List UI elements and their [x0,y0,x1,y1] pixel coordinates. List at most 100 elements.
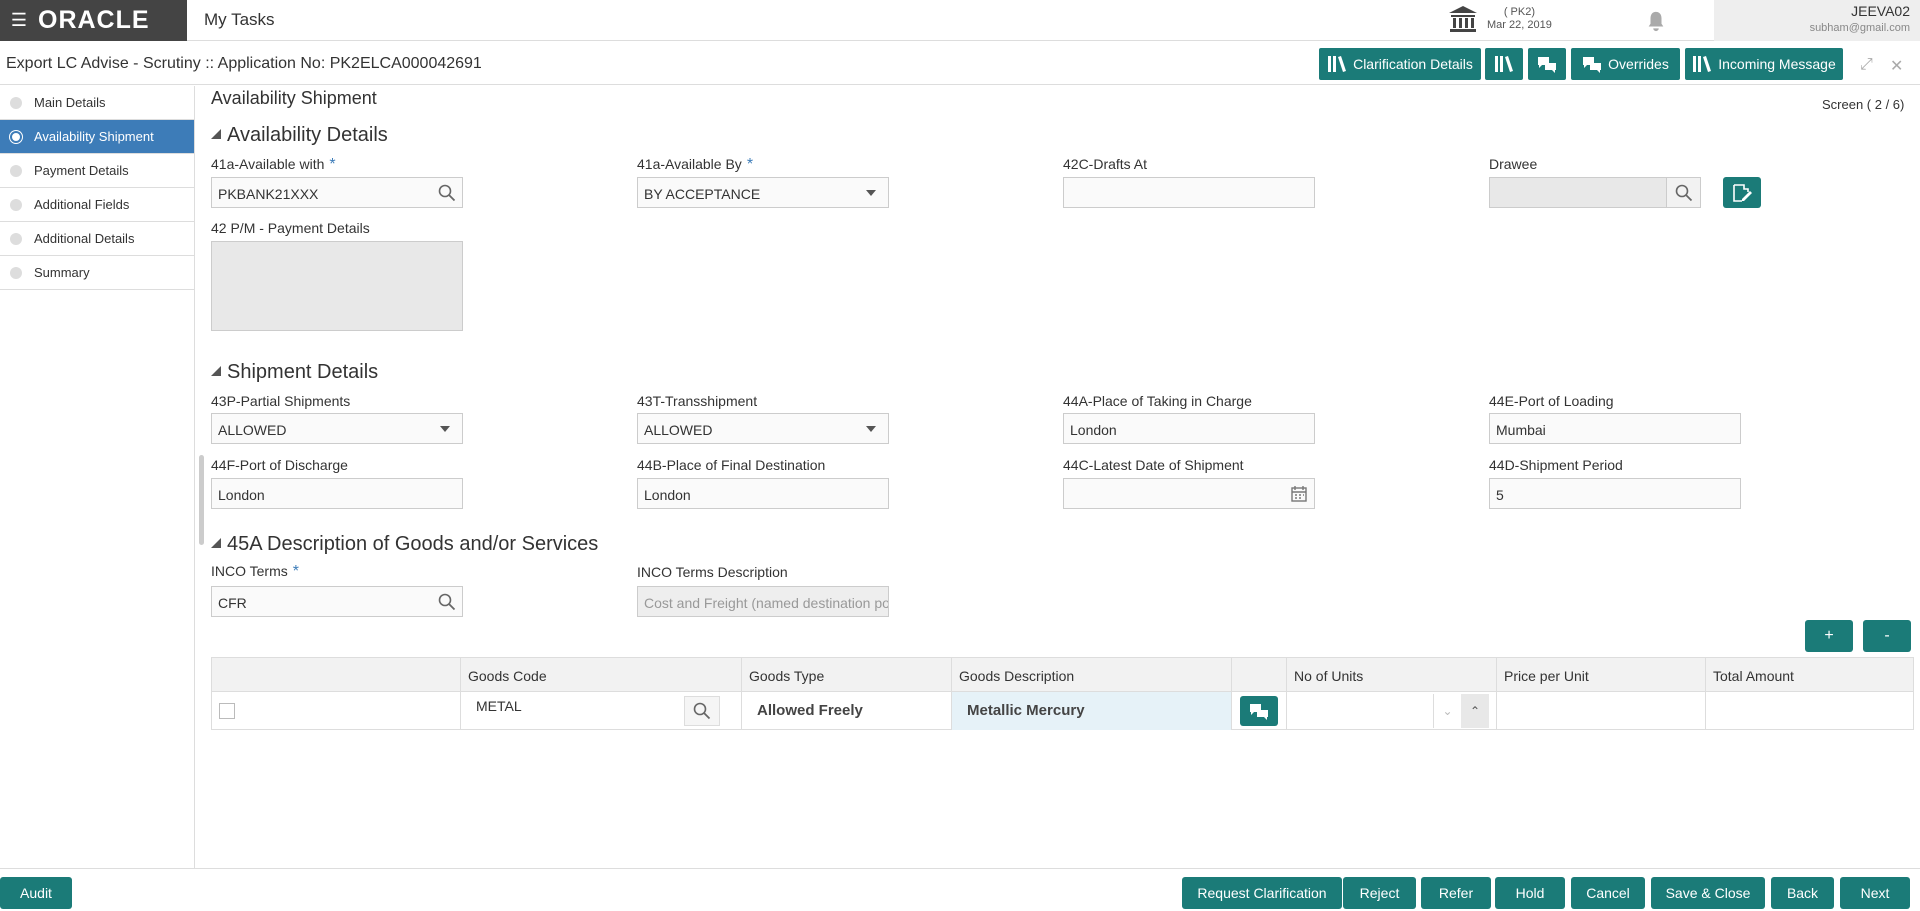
overrides-label: Overrides [1608,56,1669,72]
app-title: My Tasks [204,10,275,29]
drawee-label: Drawee [1489,156,1538,172]
section-heading: Availability Details [227,124,388,146]
branch-selector[interactable]: ( PK2) Mar 22, 2019 [1447,3,1552,35]
bell-icon[interactable] [1645,9,1667,33]
step-dot-icon [10,165,22,177]
back-button[interactable]: Back [1771,877,1834,909]
port-loading-field[interactable]: Mumbai [1489,413,1741,444]
latest-date-field[interactable] [1063,478,1315,509]
incoming-message-button[interactable]: Incoming Message [1685,48,1843,80]
minimize-icon[interactable]: ⤢ [1860,56,1873,74]
section-heading: 45A Description of Goods and/or Services [227,533,599,555]
sidebar-item-summary[interactable]: Summary [0,256,194,290]
cancel-button[interactable]: Cancel [1571,877,1645,909]
sidebar-item-additional-details[interactable]: Additional Details [0,222,194,256]
column-header-price-per-unit[interactable]: Price per Unit [1496,658,1705,692]
audit-button[interactable]: Audit [0,877,72,909]
goods-type-cell: Allowed Freely [741,692,951,730]
goods-description-value: Metallic Mercury [967,702,1085,719]
available-by-select[interactable]: BY ACCEPTANCE [637,177,889,208]
close-icon[interactable]: ✕ [1890,56,1903,76]
remarks-button[interactable] [1528,48,1566,80]
task-header: Export LC Advise - Scrutiny :: Applicati… [0,43,1920,85]
search-icon [1675,184,1692,201]
top-header: ☰ ORACLE My Tasks ( PK2) Mar 22, 2019 JE… [0,0,1920,41]
request-clarification-button[interactable]: Request Clarification [1182,877,1342,909]
drawee-field[interactable] [1489,177,1701,208]
final-destination-label: 44B-Place of Final Destination [637,457,826,473]
drafts-at-field[interactable] [1063,177,1315,208]
search-icon [693,702,711,720]
inco-terms-field[interactable]: CFR [211,586,463,617]
column-header-no-of-units[interactable]: No of Units [1286,658,1496,692]
step-dot-icon [10,199,22,211]
available-with-field[interactable]: PKBANK21XXX [211,177,463,208]
sidebar-item-availability-shipment[interactable]: Availability Shipment [0,120,194,154]
final-destination-field[interactable]: London [637,478,889,509]
goods-remarks-button[interactable] [1240,696,1278,726]
documents-button[interactable] [1485,48,1523,80]
latest-date-label: 44C-Latest Date of Shipment [1063,457,1244,473]
payment-details-textarea[interactable] [211,241,463,331]
price-per-unit-cell[interactable] [1496,692,1705,730]
library-icon [1495,56,1513,72]
sidebar-item-payment-details[interactable]: Payment Details [0,154,194,188]
table-row[interactable]: METAL Allowed Freely Metallic Mercury ⌄ … [212,692,1913,730]
partial-shipments-label: 43P-Partial Shipments [211,393,351,409]
search-icon[interactable] [438,593,456,611]
add-row-button[interactable]: + [1805,620,1853,652]
transshipment-select[interactable]: ALLOWED [637,413,889,444]
partial-shipments-select[interactable]: ALLOWED [211,413,463,444]
chat-icon [1250,704,1268,720]
hold-button[interactable]: Hold [1495,877,1565,909]
shipment-period-field[interactable]: 5 [1489,478,1741,509]
increment-button[interactable]: ⌃ [1461,694,1489,728]
save-close-button[interactable]: Save & Close [1651,877,1765,909]
available-by-value: BY ACCEPTANCE [644,186,761,202]
drawee-search[interactable] [1666,178,1700,207]
scrollbar-handle[interactable] [199,455,204,545]
payment-details-label: 42 P/M - Payment Details [211,220,370,236]
total-amount-cell[interactable] [1705,692,1915,730]
decrement-button[interactable]: ⌄ [1433,694,1461,728]
goods-code-value: METAL [476,698,522,714]
remove-row-button[interactable]: - [1863,620,1911,652]
column-header-total-amount[interactable]: Total Amount [1705,658,1915,692]
collapse-icon [211,128,221,139]
chevron-down-icon [866,426,876,432]
edit-drawee-button[interactable] [1723,177,1761,208]
shipment-details-section[interactable]: Shipment Details [211,361,378,384]
goods-description-section[interactable]: 45A Description of Goods and/or Services [211,533,598,556]
sidebar-item-main-details[interactable]: Main Details [0,86,194,120]
user-menu[interactable]: JEEVA02 subham@gmail.com [1714,0,1920,41]
port-discharge-field[interactable]: London [211,478,463,509]
goods-description-cell[interactable]: Metallic Mercury [951,692,1231,730]
column-header-goods-code[interactable]: Goods Code [460,658,741,692]
step-dot-icon [10,267,22,279]
availability-details-section[interactable]: Availability Details [211,124,388,147]
row-checkbox[interactable] [219,703,235,719]
edit-document-icon [1733,183,1752,202]
no-of-units-cell[interactable]: ⌄ ⌃ [1286,692,1496,730]
column-header-goods-description[interactable]: Goods Description [951,658,1231,692]
refer-button[interactable]: Refer [1421,877,1491,909]
place-taking-charge-field[interactable]: London [1063,413,1315,444]
shipment-period-label: 44D-Shipment Period [1489,457,1623,473]
branch-code: ( PK2) [1503,6,1535,18]
column-header-goods-type[interactable]: Goods Type [741,658,951,692]
overrides-button[interactable]: Overrides [1571,48,1680,80]
menu-icon[interactable]: ☰ [0,0,38,41]
transshipment-value: ALLOWED [644,422,713,438]
inco-terms-label: INCO Terms * [211,563,299,580]
search-icon[interactable] [438,184,456,202]
goods-code-search-button[interactable] [684,696,720,726]
reject-button[interactable]: Reject [1343,877,1416,909]
page-title: Availability Shipment [211,88,377,108]
calendar-icon[interactable] [1290,485,1308,503]
clarification-details-button[interactable]: Clarification Details [1319,48,1481,80]
next-button[interactable]: Next [1840,877,1910,909]
inco-terms-description-label: INCO Terms Description [637,564,788,580]
sidebar-item-label: Summary [34,265,90,280]
sidebar-item-additional-fields[interactable]: Additional Fields [0,188,194,222]
brand-bar: ☰ ORACLE [0,0,187,41]
